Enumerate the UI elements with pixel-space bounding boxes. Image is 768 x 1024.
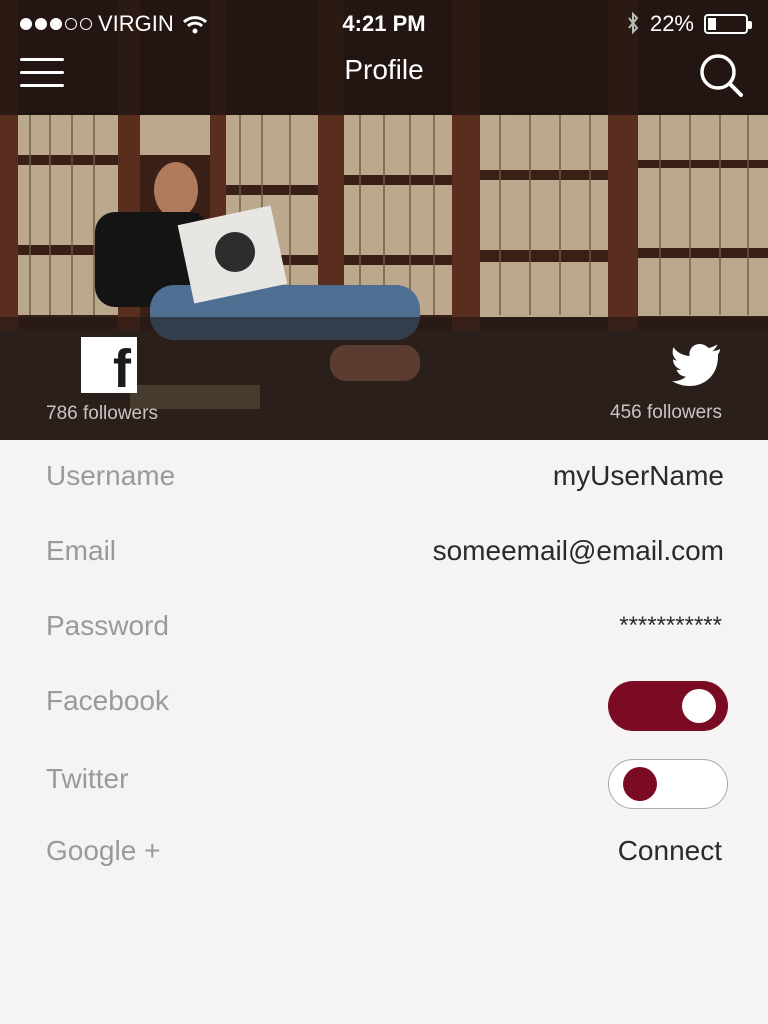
facebook-followers: f 786 followers xyxy=(46,337,176,425)
password-value[interactable]: *********** xyxy=(619,612,722,640)
facebook-followers-count: 786 followers xyxy=(46,403,158,424)
email-row: Email someemail@email.com xyxy=(0,515,768,590)
toggle-knob xyxy=(682,689,716,723)
search-icon[interactable] xyxy=(698,52,744,98)
profile-form: Username myUserName Email someemail@emai… xyxy=(0,440,768,890)
battery-percent: 22% xyxy=(649,11,694,36)
username-value[interactable]: myUserName xyxy=(553,460,724,492)
email-label: Email xyxy=(46,535,117,566)
twitter-toggle[interactable] xyxy=(608,759,728,809)
profile-header: VIRGIN 4:21 PM 22% Profile f 786 followe… xyxy=(0,0,768,440)
status-bar: VIRGIN 4:21 PM 22% xyxy=(0,8,768,40)
navigation-bar: VIRGIN 4:21 PM 22% Profile xyxy=(0,0,768,115)
twitter-row: Twitter xyxy=(0,743,768,818)
password-label: Password xyxy=(46,610,169,641)
facebook-row: Facebook xyxy=(0,665,768,740)
facebook-toggle[interactable] xyxy=(608,681,728,731)
google-connect-button[interactable]: Connect xyxy=(618,835,722,867)
twitter-followers-count: 456 followers xyxy=(610,402,722,423)
password-row: Password *********** xyxy=(0,590,768,665)
google-label: Google + xyxy=(46,835,161,866)
page-title: Profile xyxy=(344,54,424,85)
username-label: Username xyxy=(46,460,176,491)
facebook-icon[interactable]: f xyxy=(81,337,137,397)
facebook-label: Facebook xyxy=(46,685,169,716)
username-row: Username myUserName xyxy=(0,440,768,515)
social-followers-bar: f 786 followers 456 followers xyxy=(0,317,768,440)
email-value[interactable]: someemail@email.com xyxy=(433,535,724,567)
google-row: Google + Connect xyxy=(0,815,768,890)
battery-icon xyxy=(704,14,752,34)
twitter-label: Twitter xyxy=(46,763,129,794)
bluetooth-icon xyxy=(628,12,639,35)
twitter-icon[interactable] xyxy=(672,343,722,387)
status-right: 22% xyxy=(626,11,752,37)
toggle-knob xyxy=(623,767,657,801)
twitter-followers: 456 followers xyxy=(592,343,722,424)
